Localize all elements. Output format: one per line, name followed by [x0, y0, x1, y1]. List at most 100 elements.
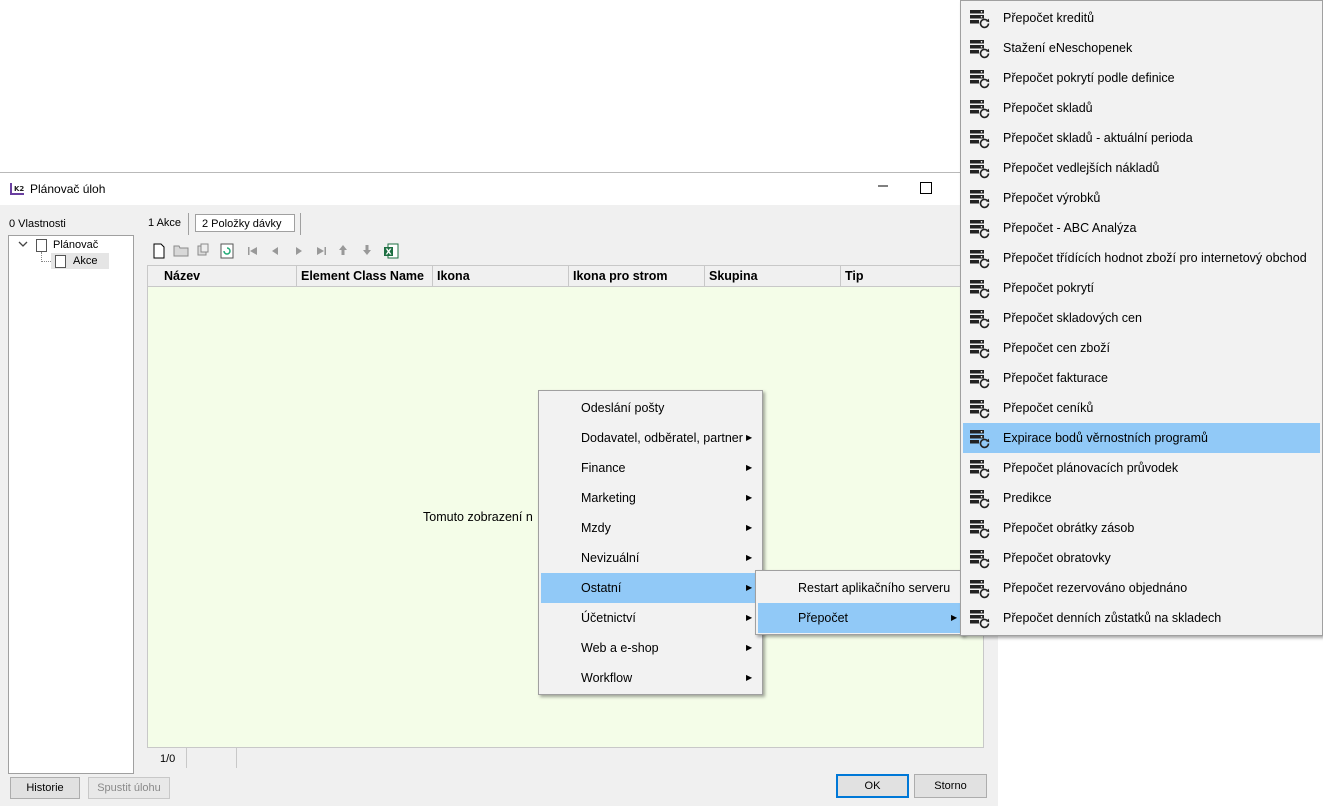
menu-item-workflow[interactable]: Workflow ▶ — [541, 663, 760, 693]
menu-item-label: Přepočet pokrytí — [1003, 281, 1095, 295]
menu-item-mzdy[interactable]: Mzdy ▶ — [541, 513, 760, 543]
menu-item-web-a-eshop[interactable]: Web a e-shop ▶ — [541, 633, 760, 663]
copy-icon[interactable] — [194, 243, 212, 261]
menu-item-prepocet-option[interactable]: Přepočet plánovacích průvodek — [963, 453, 1320, 483]
menu-item-label: Přepočet skladů — [1003, 101, 1093, 115]
menu-item-label: Přepočet ceníků — [1003, 401, 1094, 415]
historie-button[interactable]: Historie — [10, 777, 80, 799]
menu-item-prepocet-option[interactable]: Přepočet obrátky zásob — [963, 513, 1320, 543]
minimize-button[interactable] — [874, 178, 892, 198]
menu-item-label: Účetnictví — [581, 611, 636, 625]
document-icon — [55, 255, 66, 268]
open-folder-icon[interactable] — [172, 243, 190, 261]
submenu-arrow-icon: ▶ — [746, 553, 753, 562]
menu-item-prepocet-option[interactable]: Přepočet - ABC Analýza — [963, 213, 1320, 243]
tree-item-planovac[interactable]: Plánovač — [53, 239, 98, 251]
server-refresh-icon — [969, 189, 991, 209]
menu-item-ostatni[interactable]: Ostatní ▶ — [541, 573, 760, 603]
menu-item-label: Přepočet - ABC Analýza — [1003, 221, 1137, 235]
server-refresh-icon — [969, 39, 991, 59]
status-divider — [186, 748, 187, 768]
column-header-element-class-name[interactable]: Element Class Name — [297, 266, 433, 286]
menu-item-label: Web a e-shop — [581, 641, 659, 655]
server-refresh-icon — [969, 369, 991, 389]
column-header-ikona[interactable]: Ikona — [433, 266, 569, 286]
menu-item-prepocet-option[interactable]: Predikce — [963, 483, 1320, 513]
server-refresh-icon — [969, 399, 991, 419]
first-icon[interactable] — [244, 243, 262, 261]
tab-akce[interactable]: 1 Akce — [148, 217, 181, 229]
spustit-ulohu-button[interactable]: Spustit úlohu — [88, 777, 170, 799]
column-header-nazev[interactable]: Název — [160, 266, 297, 286]
menu-item-prepocet-option[interactable]: Expirace bodů věrnostních programů — [963, 423, 1320, 453]
svg-text:X: X — [386, 248, 393, 257]
title-bar[interactable]: K2 Plánovač úloh — [0, 173, 998, 205]
menu-item-label: Finance — [581, 461, 626, 475]
scheduler-window: K2 Plánovač úloh 0 Vlastnosti 1 Akce 2 P… — [0, 172, 998, 806]
context-menu-prepocet: Přepočet kreditů Stažení eNeschopenek Př… — [960, 0, 1323, 636]
menu-item-prepocet-option[interactable]: Přepočet vedlejších nákladů — [963, 153, 1320, 183]
server-refresh-icon — [969, 489, 991, 509]
next-icon[interactable] — [290, 243, 308, 261]
server-refresh-icon — [969, 249, 991, 269]
menu-item-prepocet-option[interactable]: Přepočet ceníků — [963, 393, 1320, 423]
tab-polozky-davky[interactable]: 2 Položky dávky — [195, 214, 295, 232]
menu-item-prepocet-option[interactable]: Přepočet skladových cen — [963, 303, 1320, 333]
menu-item-dodavatel[interactable]: Dodavatel, odběratel, partner ▶ — [541, 423, 760, 453]
tab-divider — [300, 213, 301, 235]
server-refresh-icon — [969, 9, 991, 29]
maximize-button[interactable] — [920, 182, 932, 194]
menu-item-odeslani-posty[interactable]: Odeslání pošty — [541, 393, 760, 423]
menu-item-finance[interactable]: Finance ▶ — [541, 453, 760, 483]
excel-icon[interactable]: X — [382, 243, 400, 261]
new-icon[interactable] — [150, 243, 168, 261]
tree-item-akce[interactable]: Akce — [51, 253, 109, 269]
menu-item-prepocet-option[interactable]: Přepočet třídících hodnot zboží pro inte… — [963, 243, 1320, 273]
menu-item-prepocet-option[interactable]: Přepočet výrobků — [963, 183, 1320, 213]
column-header-skupina[interactable]: Skupina — [705, 266, 841, 286]
menu-item-label: Restart aplikačního serveru — [798, 581, 951, 595]
server-refresh-icon — [969, 99, 991, 119]
menu-item-prepocet-option[interactable]: Přepočet kreditů — [963, 3, 1320, 33]
menu-item-prepocet-option[interactable]: Přepočet fakturace — [963, 363, 1320, 393]
refresh-icon[interactable] — [218, 243, 236, 261]
menu-item-nevizualni[interactable]: Nevizuální ▶ — [541, 543, 760, 573]
menu-item-marketing[interactable]: Marketing ▶ — [541, 483, 760, 513]
tab-vlastnosti[interactable]: 0 Vlastnosti — [9, 218, 66, 230]
menu-item-prepocet-option[interactable]: Přepočet skladů — [963, 93, 1320, 123]
menu-item-prepocet-option[interactable]: Přepočet skladů - aktuální perioda — [963, 123, 1320, 153]
menu-item-prepocet-option[interactable]: Stažení eNeschopenek — [963, 33, 1320, 63]
menu-item-prepocet-option[interactable]: Přepočet pokrytí — [963, 273, 1320, 303]
menu-item-label: Dodavatel, odběratel, partner — [581, 431, 743, 445]
menu-item-ucetnictvi[interactable]: Účetnictví ▶ — [541, 603, 760, 633]
ok-button[interactable]: OK — [836, 774, 909, 798]
server-refresh-icon — [969, 279, 991, 299]
prev-icon[interactable] — [266, 243, 284, 261]
status-divider — [236, 748, 237, 768]
menu-item-label: Přepočet obrátky zásob — [1003, 521, 1135, 535]
menu-item-prepocet-option[interactable]: Přepočet pokrytí podle definice — [963, 63, 1320, 93]
server-refresh-icon — [969, 549, 991, 569]
storno-button[interactable]: Storno — [914, 774, 987, 798]
menu-item-restart-serveru[interactable]: Restart aplikačního serveru — [758, 573, 961, 603]
menu-item-prepocet[interactable]: Přepočet ▶ — [758, 603, 961, 633]
menu-item-label: Přepočet pokrytí podle definice — [1003, 71, 1175, 85]
move-down-icon[interactable] — [358, 243, 376, 261]
menu-item-label: Přepočet obratovky — [1003, 551, 1111, 565]
menu-item-prepocet-option[interactable]: Přepočet rezervováno objednáno — [963, 573, 1320, 603]
column-header-ikona-pro-strom[interactable]: Ikona pro strom — [569, 266, 705, 286]
server-refresh-icon — [969, 339, 991, 359]
context-menu-ostatni: Restart aplikačního serveru Přepočet ▶ — [755, 570, 964, 635]
server-refresh-icon — [969, 579, 991, 599]
chevron-down-icon[interactable] — [18, 240, 28, 251]
move-up-icon[interactable] — [334, 243, 352, 261]
app-logo-icon: K2 — [9, 181, 25, 197]
server-refresh-icon — [969, 609, 991, 629]
menu-item-label: Marketing — [581, 491, 636, 505]
menu-item-prepocet-option[interactable]: Přepočet denních zůstatků na skladech — [963, 603, 1320, 633]
last-icon[interactable] — [312, 243, 330, 261]
submenu-arrow-icon: ▶ — [746, 493, 753, 502]
menu-item-prepocet-option[interactable]: Přepočet obratovky — [963, 543, 1320, 573]
submenu-arrow-icon: ▶ — [951, 613, 958, 622]
menu-item-prepocet-option[interactable]: Přepočet cen zboží — [963, 333, 1320, 363]
